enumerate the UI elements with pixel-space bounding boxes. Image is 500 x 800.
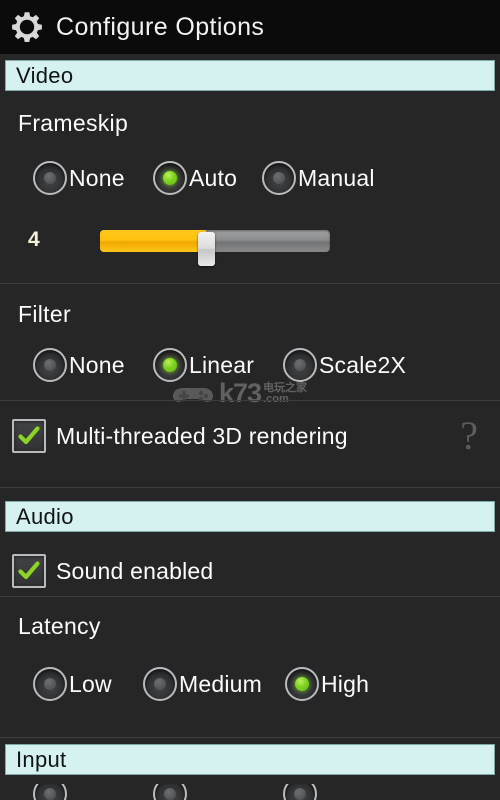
section-header-audio-label: Audio (16, 503, 74, 529)
radio-label: Manual (298, 164, 375, 191)
radio-label: Medium (179, 670, 263, 697)
radio-button-icon (33, 784, 67, 800)
frameskip-label: Frameskip (18, 110, 129, 136)
radio-button-icon (143, 667, 177, 701)
divider (0, 283, 500, 284)
section-header-audio: Audio (5, 501, 495, 532)
gamepad-icon (173, 387, 213, 402)
clipped-bottom-row (0, 784, 500, 800)
frameskip-slider-thumb[interactable] (197, 232, 215, 266)
frameskip-slider-row[interactable]: 4 (0, 222, 500, 266)
radio-label: Low (69, 670, 112, 697)
checkbox-label: Multi-threaded 3D rendering (56, 422, 348, 449)
radio-frameskip-auto[interactable]: Auto (153, 158, 237, 198)
radio-filter-none[interactable]: None (33, 345, 125, 385)
radio-filter-scale2x[interactable]: Scale2X (283, 345, 406, 385)
section-header-video-label: Video (16, 62, 74, 88)
clipped-radio-a[interactable] (33, 784, 67, 800)
divider (0, 400, 500, 401)
frameskip-slider-value: 4 (28, 228, 40, 251)
radio-button-icon (283, 348, 317, 382)
radio-button-selected-icon (153, 161, 187, 195)
check-icon (18, 426, 40, 445)
radio-latency-low[interactable]: Low (33, 664, 112, 704)
page-title: Configure Options (56, 12, 265, 41)
radio-label: Auto (189, 164, 238, 191)
radio-button-icon (33, 348, 67, 382)
divider (0, 487, 500, 488)
radio-label: None (69, 164, 125, 191)
section-header-input: Input (5, 744, 495, 775)
radio-latency-high[interactable]: High (285, 664, 369, 704)
divider (0, 737, 500, 738)
checkbox-sound-enabled[interactable] (12, 554, 46, 588)
radio-label: None (69, 351, 125, 378)
clipped-radio-c[interactable] (283, 784, 317, 800)
clipped-radio-b[interactable] (153, 784, 187, 800)
radio-filter-linear[interactable]: Linear (153, 345, 254, 385)
radio-button-selected-icon (285, 667, 319, 701)
radio-latency-medium[interactable]: Medium (143, 664, 262, 704)
radio-label: Scale2X (319, 351, 407, 378)
latency-label: Latency (18, 613, 101, 639)
section-header-video: Video (5, 60, 495, 91)
section-header-input-label: Input (16, 746, 67, 772)
checkbox-multithreaded[interactable] (12, 419, 46, 453)
radio-frameskip-manual[interactable]: Manual (262, 158, 375, 198)
radio-button-icon (262, 161, 296, 195)
radio-button-icon (33, 161, 67, 195)
radio-button-icon (33, 667, 67, 701)
checkbox-row-sound-enabled[interactable]: Sound enabled (0, 549, 500, 593)
checkbox-label: Sound enabled (56, 557, 214, 584)
radio-label: Linear (189, 351, 255, 378)
frameskip-slider-track[interactable] (100, 230, 330, 266)
radio-button-selected-icon (153, 348, 187, 382)
radio-button-icon (283, 784, 317, 800)
radio-frameskip-none[interactable]: None (33, 158, 125, 198)
check-icon (18, 561, 40, 580)
title-bar: Configure Options (0, 0, 500, 54)
checkbox-row-multithreaded[interactable]: Multi-threaded 3D rendering ? (0, 414, 500, 458)
frameskip-slider-fill (100, 230, 206, 252)
gear-icon[interactable] (8, 8, 46, 46)
radio-label: High (321, 670, 370, 697)
radio-button-icon (153, 784, 187, 800)
watermark-domain: .com (263, 392, 289, 405)
configure-options-screen: Configure Options Video Frameskip None A… (0, 0, 500, 800)
divider (0, 596, 500, 597)
filter-label: Filter (18, 301, 71, 327)
help-icon[interactable]: ? (460, 416, 478, 456)
